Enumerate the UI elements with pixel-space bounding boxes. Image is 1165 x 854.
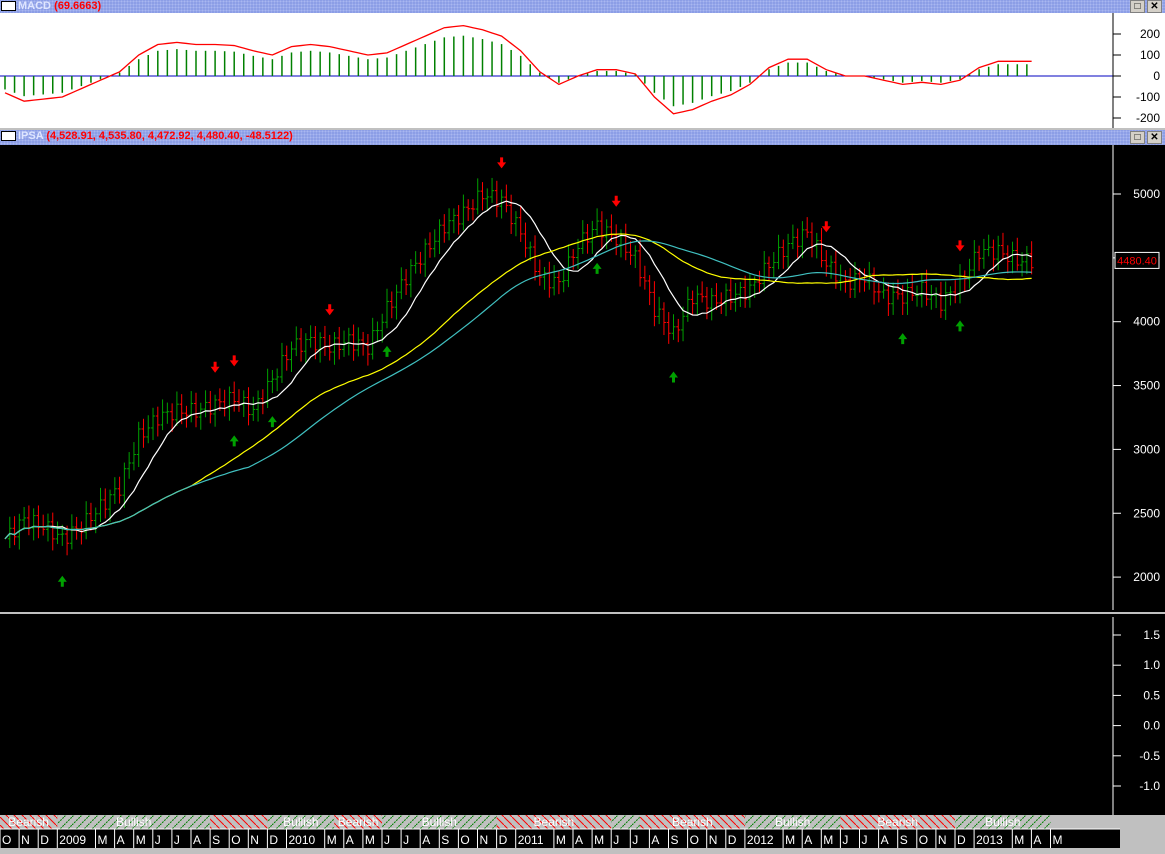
month-label: 2012 [747, 833, 774, 847]
macd-tick-label: -100 [1136, 90, 1160, 104]
month-label: A [1033, 833, 1041, 847]
sentiment-band [210, 815, 268, 829]
month-label: M [594, 833, 604, 847]
month-label: J [842, 833, 848, 847]
month-label: O [231, 833, 240, 847]
month-label: A [575, 833, 583, 847]
macd-value: (69.6663) [54, 0, 102, 12]
month-label: D [269, 833, 278, 847]
macd-tick-label: 200 [1140, 27, 1160, 41]
price-tick-label: 2000 [1133, 570, 1160, 584]
month-label: S [900, 833, 908, 847]
price-tick-label: 3000 [1133, 442, 1160, 456]
lower-tick-label: 0.5 [1143, 688, 1160, 702]
month-label: S [441, 833, 449, 847]
month-label: N [250, 833, 259, 847]
month-label: J [174, 833, 180, 847]
price-chart: 50004500400035003000250020004480.401.51.… [0, 145, 1165, 848]
price-tick-label: 3500 [1133, 379, 1160, 393]
month-label: M [136, 833, 146, 847]
sentiment-label: Bullish [116, 815, 151, 829]
month-label: N [21, 833, 30, 847]
month-label: S [671, 833, 679, 847]
month-label: N [480, 833, 489, 847]
month-label: J [862, 833, 868, 847]
close-button[interactable]: ✕ [1147, 0, 1162, 13]
month-label: A [881, 833, 889, 847]
month-label: M [1053, 833, 1063, 847]
price-tick-label: 5000 [1133, 187, 1160, 201]
price-tick-label: 2500 [1133, 506, 1160, 520]
month-label: D [40, 833, 49, 847]
month-label: A [117, 833, 125, 847]
sentiment-label: Bearish [877, 815, 918, 829]
month-label: J [403, 833, 409, 847]
month-label: N [709, 833, 718, 847]
maximize-button[interactable]: □ [1130, 0, 1145, 13]
macd-tick-label: 100 [1140, 48, 1160, 62]
sentiment-label: Bullish [422, 815, 457, 829]
maximize-button[interactable]: □ [1130, 131, 1145, 144]
month-label: M [785, 833, 795, 847]
month-label: M [327, 833, 337, 847]
price-ohlc-value: (4,528.91, 4,535.80, 4,472.92, 4,480.40,… [46, 130, 293, 142]
month-label: J [384, 833, 390, 847]
lower-tick-label: 1.5 [1143, 628, 1160, 642]
month-label: M [98, 833, 108, 847]
month-label: N [938, 833, 947, 847]
lower-tick-label: -0.5 [1139, 749, 1160, 763]
month-label: D [499, 833, 508, 847]
sentiment-band [611, 815, 640, 829]
price-panel-titlebar: IPSA (4,528.91, 4,535.80, 4,472.92, 4,48… [0, 130, 1165, 145]
price-tick-label: 4000 [1133, 315, 1160, 329]
last-price-label: 4480.40 [1117, 255, 1157, 267]
lower-tick-label: 1.0 [1143, 658, 1160, 672]
month-label: 2013 [976, 833, 1003, 847]
month-label: 2011 [518, 833, 544, 847]
sentiment-label: Bearish [672, 815, 713, 829]
month-label: A [193, 833, 201, 847]
sentiment-label: Bearish [534, 815, 575, 829]
month-label: J [155, 833, 161, 847]
month-label: D [728, 833, 737, 847]
macd-tick-label: 0 [1153, 69, 1160, 83]
sentiment-label: Bullish [283, 815, 318, 829]
month-label: J [613, 833, 619, 847]
month-label: A [804, 833, 812, 847]
macd-tick-label: -200 [1136, 111, 1160, 125]
month-label: M [823, 833, 833, 847]
macd-background [0, 13, 1165, 128]
month-label: 2009 [59, 833, 86, 847]
month-label: A [651, 833, 659, 847]
month-label: M [365, 833, 375, 847]
month-label: D [957, 833, 966, 847]
panel-select-box[interactable] [1, 131, 16, 142]
sentiment-label: Bullish [985, 815, 1020, 829]
month-label: M [556, 833, 566, 847]
month-label: 2010 [289, 833, 316, 847]
lower-tick-label: 0.0 [1143, 719, 1160, 733]
macd-title: MACD [18, 0, 51, 12]
panel-select-box[interactable] [1, 1, 16, 12]
month-label: O [919, 833, 928, 847]
sentiment-label: Bullish [775, 815, 810, 829]
month-label: J [632, 833, 638, 847]
month-label: O [690, 833, 699, 847]
sentiment-label: Bearish [8, 815, 49, 829]
sentiment-label: Bearish [338, 815, 379, 829]
price-title: IPSA [18, 130, 44, 142]
month-label: O [2, 833, 11, 847]
month-label: O [460, 833, 469, 847]
macd-chart: 200 100 0 -100 -200 [0, 13, 1165, 128]
month-label: A [346, 833, 354, 847]
month-label: A [422, 833, 430, 847]
lower-tick-label: -1.0 [1139, 779, 1160, 793]
month-label: M [1014, 833, 1024, 847]
macd-panel-titlebar: MACD (69.6663) □ ✕ [0, 0, 1165, 13]
close-button[interactable]: ✕ [1147, 131, 1162, 144]
month-label: S [212, 833, 220, 847]
